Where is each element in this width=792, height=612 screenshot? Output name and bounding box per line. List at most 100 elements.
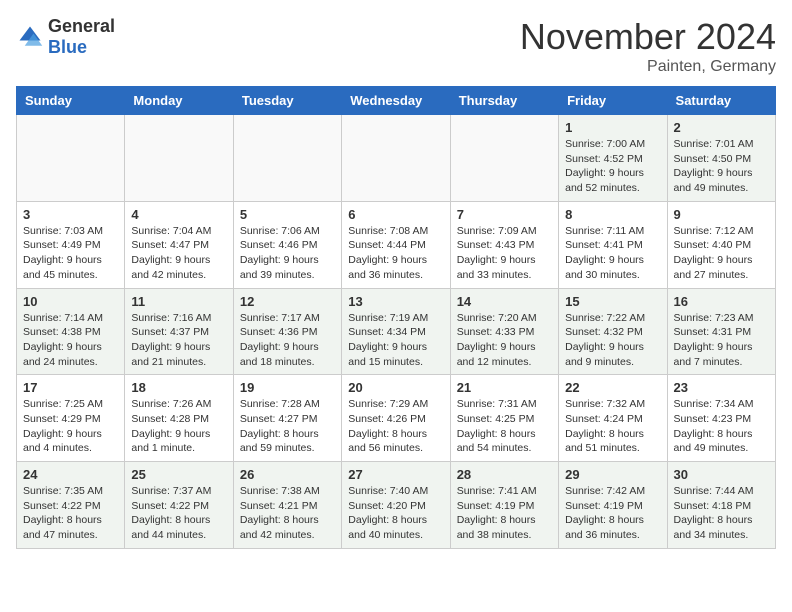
day-number: 18 <box>131 380 226 395</box>
day-info: Sunrise: 7:22 AM Sunset: 4:32 PM Dayligh… <box>565 311 660 370</box>
day-info: Sunrise: 7:28 AM Sunset: 4:27 PM Dayligh… <box>240 397 335 456</box>
calendar-cell: 4 Sunrise: 7:04 AM Sunset: 4:47 PM Daylig… <box>125 201 233 288</box>
title-block: November 2024 Painten, Germany <box>520 16 776 76</box>
calendar-cell: 29 Sunrise: 7:42 AM Sunset: 4:19 PM Dayli… <box>559 462 667 549</box>
calendar-cell: 23 Sunrise: 7:34 AM Sunset: 4:23 PM Dayli… <box>667 375 775 462</box>
calendar-cell: 24Sunrise: 7:35 AM Sunset: 4:22 PM Dayli… <box>17 462 125 549</box>
day-info: Sunrise: 7:23 AM Sunset: 4:31 PM Dayligh… <box>674 311 769 370</box>
calendar-cell: 27 Sunrise: 7:40 AM Sunset: 4:20 PM Dayli… <box>342 462 450 549</box>
day-number: 25 <box>131 467 226 482</box>
calendar-cell <box>17 115 125 202</box>
day-number: 2 <box>674 120 769 135</box>
location: Painten, Germany <box>520 58 776 76</box>
calendar-cell: 25 Sunrise: 7:37 AM Sunset: 4:22 PM Dayli… <box>125 462 233 549</box>
calendar-cell: 13Sunrise: 7:19 AM Sunset: 4:34 PM Dayli… <box>342 288 450 375</box>
calendar-cell: 2 Sunrise: 7:01 AM Sunset: 4:50 PM Daylig… <box>667 115 775 202</box>
day-number: 24 <box>23 467 118 482</box>
day-info: Sunrise: 7:03 AM Sunset: 4:49 PM Dayligh… <box>23 224 118 283</box>
day-number: 26 <box>240 467 335 482</box>
logo-icon <box>16 23 44 51</box>
calendar-cell: 10 Sunrise: 7:14 AM Sunset: 4:38 PM Dayli… <box>17 288 125 375</box>
day-number: 30 <box>674 467 769 482</box>
day-number: 23 <box>674 380 769 395</box>
calendar-cell: 21 Sunrise: 7:31 AM Sunset: 4:25 PM Dayli… <box>450 375 558 462</box>
calendar-cell <box>342 115 450 202</box>
calendar-cell: 17 Sunrise: 7:25 AM Sunset: 4:29 PM Dayli… <box>17 375 125 462</box>
day-info: Sunrise: 7:20 AM Sunset: 4:33 PM Dayligh… <box>457 311 552 370</box>
day-number: 20 <box>348 380 443 395</box>
day-number: 27 <box>348 467 443 482</box>
day-number: 12 <box>240 294 335 309</box>
weekday-header-thursday: Thursday <box>450 87 558 115</box>
day-number: 21 <box>457 380 552 395</box>
day-number: 7 <box>457 207 552 222</box>
calendar-cell: 8Sunrise: 7:11 AM Sunset: 4:41 PM Daylig… <box>559 201 667 288</box>
day-info: Sunrise: 7:34 AM Sunset: 4:23 PM Dayligh… <box>674 397 769 456</box>
page-header: General Blue November 2024 Painten, Germ… <box>16 16 776 76</box>
calendar-cell: 14 Sunrise: 7:20 AM Sunset: 4:33 PM Dayli… <box>450 288 558 375</box>
day-number: 15 <box>565 294 660 309</box>
day-number: 10 <box>23 294 118 309</box>
calendar-cell <box>233 115 341 202</box>
calendar-cell: 28 Sunrise: 7:41 AM Sunset: 4:19 PM Dayli… <box>450 462 558 549</box>
day-info: Sunrise: 7:44 AM Sunset: 4:18 PM Dayligh… <box>674 484 769 543</box>
calendar-cell: 12 Sunrise: 7:17 AM Sunset: 4:36 PM Dayli… <box>233 288 341 375</box>
day-number: 19 <box>240 380 335 395</box>
day-number: 4 <box>131 207 226 222</box>
day-number: 28 <box>457 467 552 482</box>
calendar-cell: 5 Sunrise: 7:06 AM Sunset: 4:46 PM Daylig… <box>233 201 341 288</box>
day-number: 22 <box>565 380 660 395</box>
day-info: Sunrise: 7:40 AM Sunset: 4:20 PM Dayligh… <box>348 484 443 543</box>
day-number: 17 <box>23 380 118 395</box>
day-number: 9 <box>674 207 769 222</box>
logo-general: General <box>48 16 115 36</box>
day-info: Sunrise: 7:29 AM Sunset: 4:26 PM Dayligh… <box>348 397 443 456</box>
day-info: Sunrise: 7:38 AM Sunset: 4:21 PM Dayligh… <box>240 484 335 543</box>
weekday-header-sunday: Sunday <box>17 87 125 115</box>
day-info: Sunrise: 7:32 AM Sunset: 4:24 PM Dayligh… <box>565 397 660 456</box>
day-info: Sunrise: 7:06 AM Sunset: 4:46 PM Dayligh… <box>240 224 335 283</box>
calendar-cell <box>450 115 558 202</box>
day-info: Sunrise: 7:14 AM Sunset: 4:38 PM Dayligh… <box>23 311 118 370</box>
day-info: Sunrise: 7:31 AM Sunset: 4:25 PM Dayligh… <box>457 397 552 456</box>
day-number: 16 <box>674 294 769 309</box>
calendar-cell: 26 Sunrise: 7:38 AM Sunset: 4:21 PM Dayli… <box>233 462 341 549</box>
day-number: 5 <box>240 207 335 222</box>
day-info: Sunrise: 7:12 AM Sunset: 4:40 PM Dayligh… <box>674 224 769 283</box>
day-number: 1 <box>565 120 660 135</box>
weekday-header-monday: Monday <box>125 87 233 115</box>
calendar-table: SundayMondayTuesdayWednesdayThursdayFrid… <box>16 86 776 549</box>
day-info: Sunrise: 7:26 AM Sunset: 4:28 PM Dayligh… <box>131 397 226 456</box>
day-info: Sunrise: 7:42 AM Sunset: 4:19 PM Dayligh… <box>565 484 660 543</box>
day-number: 6 <box>348 207 443 222</box>
calendar-cell: 6 Sunrise: 7:08 AM Sunset: 4:44 PM Daylig… <box>342 201 450 288</box>
day-number: 29 <box>565 467 660 482</box>
calendar-cell: 30 Sunrise: 7:44 AM Sunset: 4:18 PM Dayli… <box>667 462 775 549</box>
day-number: 8 <box>565 207 660 222</box>
day-info: Sunrise: 7:01 AM Sunset: 4:50 PM Dayligh… <box>674 137 769 196</box>
day-info: Sunrise: 7:00 AM Sunset: 4:52 PM Dayligh… <box>565 137 660 196</box>
weekday-header-saturday: Saturday <box>667 87 775 115</box>
calendar-cell: 7 Sunrise: 7:09 AM Sunset: 4:43 PM Daylig… <box>450 201 558 288</box>
day-number: 11 <box>131 294 226 309</box>
day-info: Sunrise: 7:04 AM Sunset: 4:47 PM Dayligh… <box>131 224 226 283</box>
calendar-cell: 11Sunrise: 7:16 AM Sunset: 4:37 PM Dayli… <box>125 288 233 375</box>
day-info: Sunrise: 7:17 AM Sunset: 4:36 PM Dayligh… <box>240 311 335 370</box>
logo: General Blue <box>16 16 115 58</box>
day-number: 14 <box>457 294 552 309</box>
weekday-header-wednesday: Wednesday <box>342 87 450 115</box>
day-info: Sunrise: 7:25 AM Sunset: 4:29 PM Dayligh… <box>23 397 118 456</box>
day-info: Sunrise: 7:09 AM Sunset: 4:43 PM Dayligh… <box>457 224 552 283</box>
day-info: Sunrise: 7:37 AM Sunset: 4:22 PM Dayligh… <box>131 484 226 543</box>
calendar-cell: 16 Sunrise: 7:23 AM Sunset: 4:31 PM Dayli… <box>667 288 775 375</box>
calendar-cell: 22 Sunrise: 7:32 AM Sunset: 4:24 PM Dayli… <box>559 375 667 462</box>
day-info: Sunrise: 7:08 AM Sunset: 4:44 PM Dayligh… <box>348 224 443 283</box>
calendar-cell: 20 Sunrise: 7:29 AM Sunset: 4:26 PM Dayli… <box>342 375 450 462</box>
day-info: Sunrise: 7:19 AM Sunset: 4:34 PM Dayligh… <box>348 311 443 370</box>
month-title: November 2024 <box>520 16 776 58</box>
day-info: Sunrise: 7:41 AM Sunset: 4:19 PM Dayligh… <box>457 484 552 543</box>
day-number: 3 <box>23 207 118 222</box>
weekday-header-tuesday: Tuesday <box>233 87 341 115</box>
calendar-cell: 15 Sunrise: 7:22 AM Sunset: 4:32 PM Dayli… <box>559 288 667 375</box>
weekday-header-friday: Friday <box>559 87 667 115</box>
